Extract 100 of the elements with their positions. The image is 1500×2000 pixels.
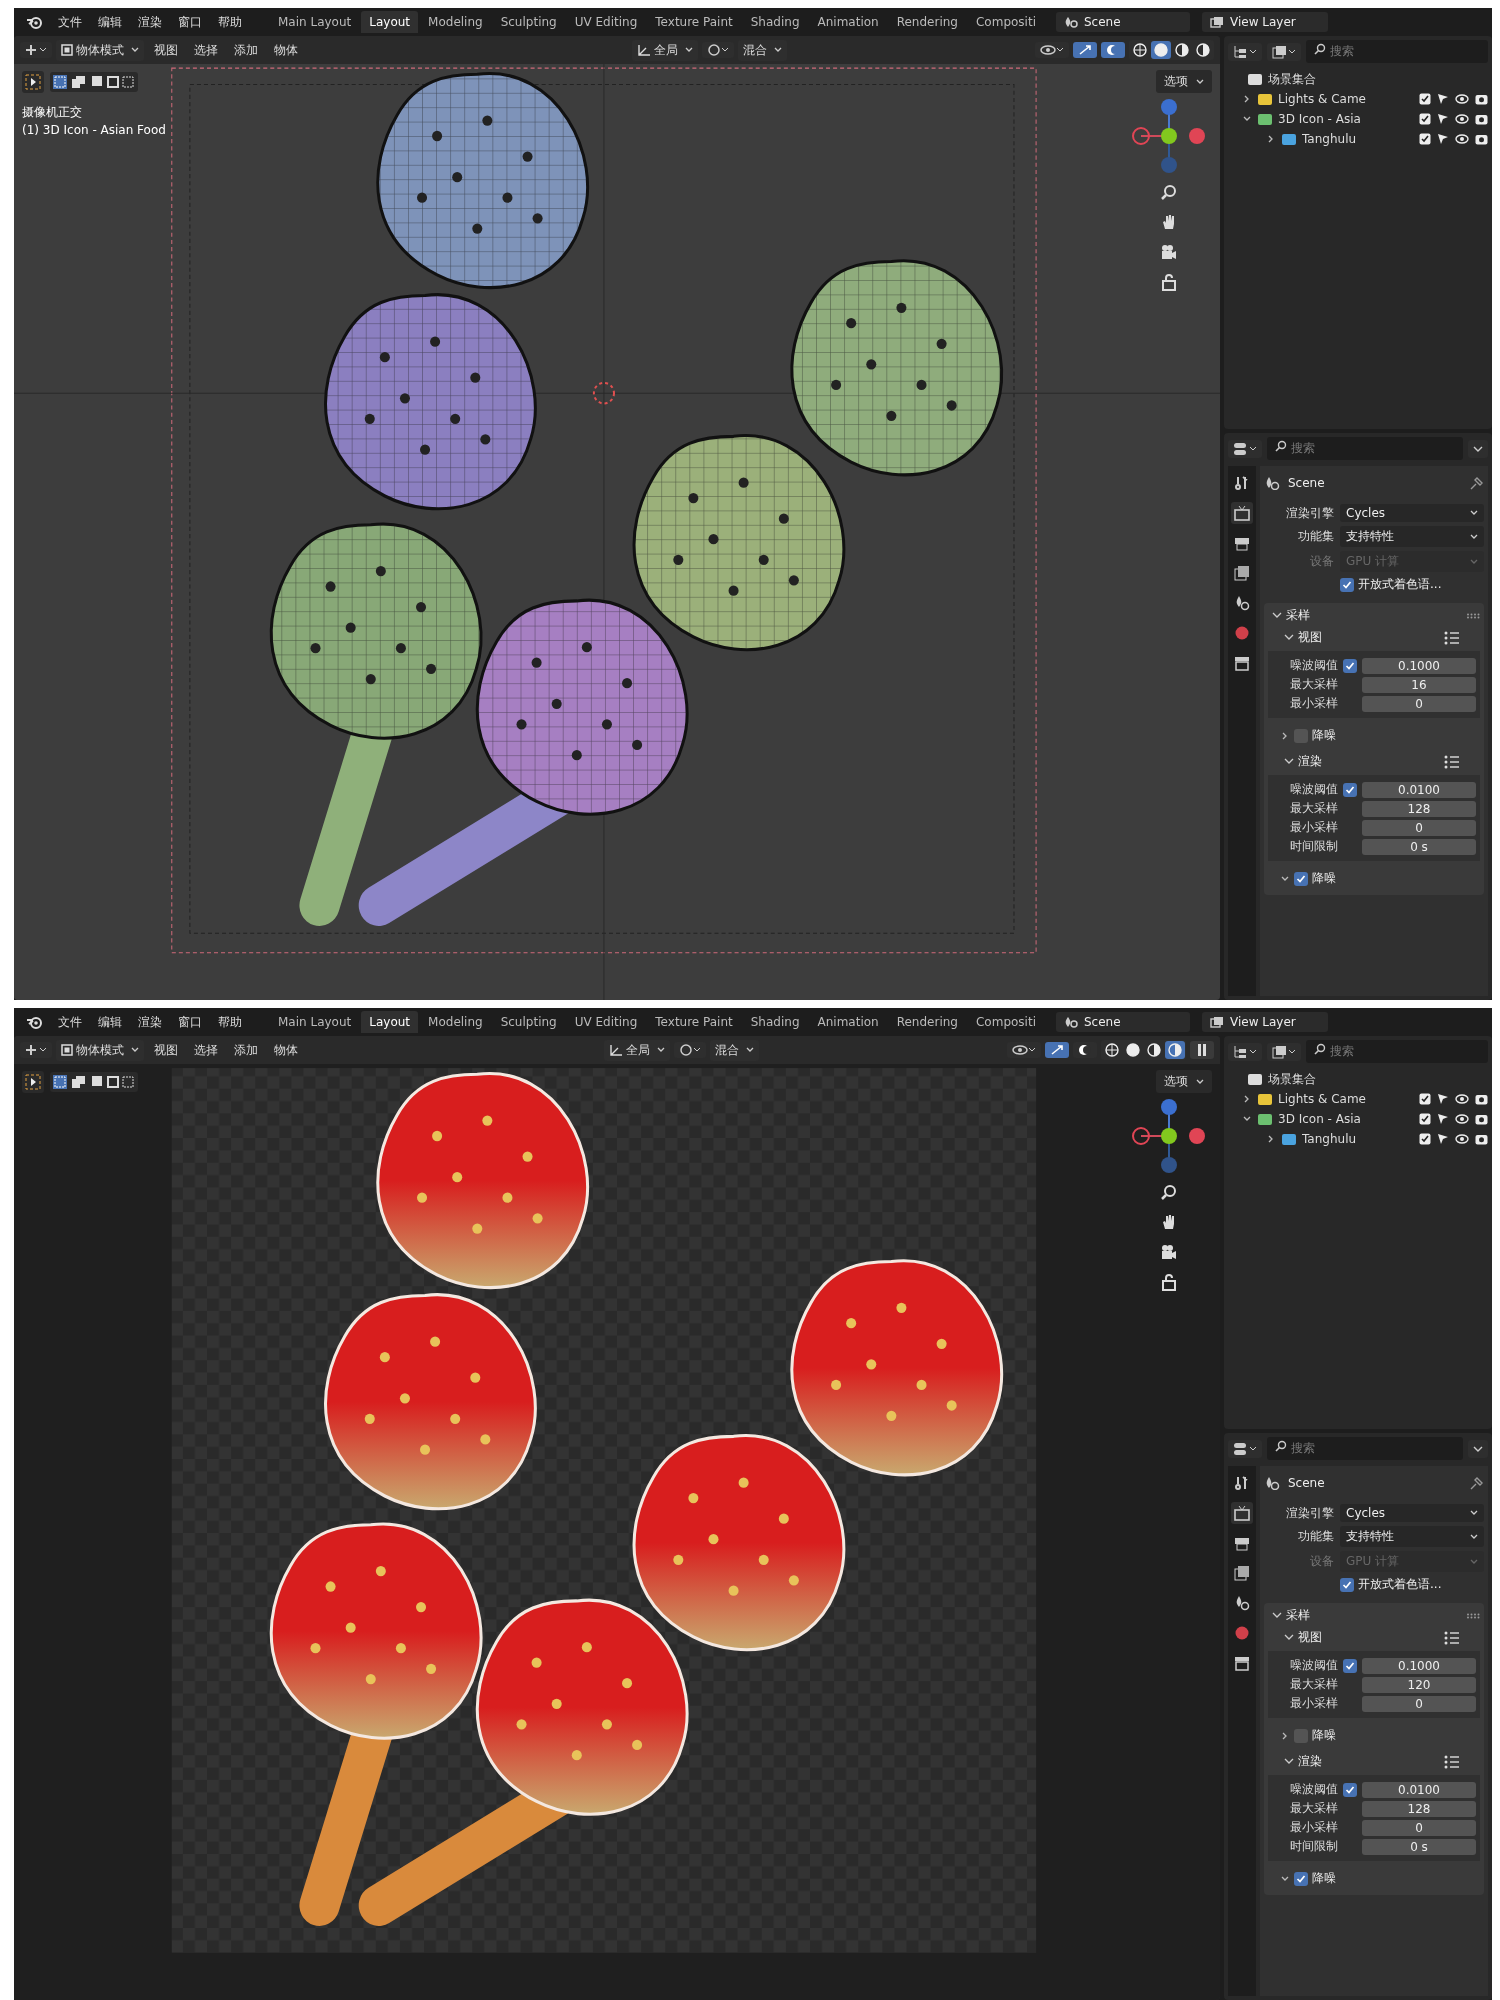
- eye-icon[interactable]: [1455, 1134, 1469, 1144]
- menu-item[interactable]: 编辑: [92, 1010, 128, 1034]
- visibility-dropdown[interactable]: [1035, 42, 1069, 58]
- panel-header[interactable]: 采样: [1268, 607, 1310, 624]
- number-field[interactable]: 0: [1362, 819, 1476, 836]
- number-field[interactable]: 0.0100: [1362, 781, 1476, 798]
- options-dropdown[interactable]: 选项: [1156, 70, 1212, 93]
- number-field[interactable]: 0: [1362, 695, 1476, 712]
- select-tool-icon[interactable]: [22, 70, 44, 93]
- checkbox[interactable]: [1294, 1728, 1308, 1743]
- outliner-item[interactable]: 场景集合: [1268, 70, 1364, 88]
- workspace-tab[interactable]: UV Editing: [566, 1011, 646, 1033]
- menu-item[interactable]: 选择: [188, 38, 224, 62]
- menu-item[interactable]: 渲染: [132, 10, 168, 34]
- display-mode-dropdown[interactable]: [1228, 1042, 1262, 1061]
- view-layer-selector[interactable]: View Layer: [1201, 1012, 1328, 1032]
- workspace-tab[interactable]: Texture Paint: [647, 1011, 741, 1033]
- select-tool-icon[interactable]: [22, 1070, 44, 1093]
- cursor-icon[interactable]: [1437, 1113, 1449, 1125]
- axis-gizmo[interactable]: [1131, 98, 1207, 174]
- number-field[interactable]: 120: [1362, 1676, 1476, 1693]
- menu-item[interactable]: 视图: [148, 38, 184, 62]
- gizmo-toggle[interactable]: [1073, 42, 1097, 58]
- shading-mode-button[interactable]: [1151, 41, 1171, 59]
- checkbox[interactable]: [1343, 1658, 1357, 1673]
- drag-handle-icon[interactable]: [1466, 612, 1480, 619]
- shading-mode-button[interactable]: [1123, 1041, 1143, 1059]
- viewport[interactable]: 选项: [14, 1064, 1220, 2000]
- shading-mode-button[interactable]: [1144, 1041, 1164, 1059]
- number-field[interactable]: 0.1000: [1362, 1657, 1476, 1674]
- number-field[interactable]: 0.1000: [1362, 657, 1476, 674]
- options-dropdown[interactable]: [1468, 1439, 1488, 1458]
- menu-item[interactable]: 窗口: [172, 10, 208, 34]
- subpanel-header[interactable]: 渲染: [1280, 753, 1322, 770]
- eye-icon[interactable]: [1455, 94, 1469, 104]
- checkbox[interactable]: [1343, 1782, 1357, 1797]
- workspace-tab[interactable]: Compositi: [967, 11, 1044, 33]
- camera-icon[interactable]: [1475, 1133, 1488, 1145]
- outliner-item[interactable]: 3D Icon - Asia: [1278, 1112, 1374, 1126]
- editor-type-button[interactable]: [1228, 1439, 1262, 1458]
- cursor-icon[interactable]: [1437, 133, 1449, 145]
- filter-dropdown[interactable]: [1267, 1042, 1301, 1061]
- menu-item[interactable]: 物体: [268, 1038, 304, 1062]
- editor-type-button[interactable]: [1228, 439, 1262, 458]
- subpanel-header[interactable]: 视图: [1280, 1629, 1322, 1646]
- camera-icon[interactable]: [1475, 113, 1488, 125]
- shading-mode-button[interactable]: [1130, 41, 1150, 59]
- outliner-item[interactable]: 3D Icon - Asia: [1278, 112, 1374, 126]
- search-field[interactable]: 搜索: [1306, 1040, 1488, 1063]
- eye-icon[interactable]: [1455, 1094, 1469, 1104]
- camera-icon[interactable]: [1475, 1093, 1488, 1105]
- checkbox-icon[interactable]: [1419, 133, 1431, 145]
- gizmo-toggle[interactable]: [1045, 1042, 1069, 1058]
- number-field[interactable]: 0.0100: [1362, 1781, 1476, 1798]
- visibility-dropdown[interactable]: [1007, 1042, 1041, 1058]
- checkbox[interactable]: [1343, 782, 1357, 797]
- scene-selector[interactable]: Scene: [1055, 1012, 1190, 1032]
- eye-icon[interactable]: [1455, 114, 1469, 124]
- number-field[interactable]: 128: [1362, 800, 1476, 817]
- menu-item[interactable]: 添加: [228, 38, 264, 62]
- render-tab-icon[interactable]: [1231, 1502, 1253, 1524]
- display-mode-dropdown[interactable]: [1228, 42, 1262, 61]
- workspace-tab[interactable]: Shading: [742, 1011, 808, 1033]
- workspace-tab[interactable]: Animation: [809, 1011, 887, 1033]
- workspace-tab[interactable]: Shading: [742, 11, 808, 33]
- workspace-tab[interactable]: Modeling: [420, 1011, 491, 1033]
- menu-item[interactable]: 编辑: [92, 10, 128, 34]
- number-field[interactable]: 0 s: [1362, 838, 1476, 855]
- checkbox[interactable]: [1294, 871, 1308, 886]
- camera-icon[interactable]: [1475, 1113, 1488, 1125]
- checkbox-icon[interactable]: [1419, 1113, 1431, 1125]
- menu-item[interactable]: 文件: [52, 10, 88, 34]
- eye-icon[interactable]: [1455, 134, 1469, 144]
- workspace-tab[interactable]: Main Layout: [270, 1011, 360, 1033]
- scene-selector[interactable]: Scene: [1055, 12, 1190, 32]
- pin-icon[interactable]: [1470, 476, 1484, 490]
- dropdown[interactable]: 支持特性: [1340, 526, 1484, 547]
- snap-dropdown[interactable]: 混合: [710, 1039, 759, 1061]
- workspace-tab[interactable]: Main Layout: [270, 11, 360, 33]
- checkbox[interactable]: [1343, 658, 1357, 673]
- number-field[interactable]: 0 s: [1362, 1838, 1476, 1855]
- menu-item[interactable]: 帮助: [212, 10, 248, 34]
- mode-dropdown[interactable]: 物体模式: [56, 1039, 144, 1061]
- selection-mode-buttons[interactable]: [50, 71, 138, 92]
- workspace-tab[interactable]: UV Editing: [566, 11, 646, 33]
- checkbox[interactable]: [1340, 577, 1354, 592]
- checkbox[interactable]: [1340, 1577, 1354, 1592]
- workspace-tab[interactable]: Texture Paint: [647, 11, 741, 33]
- pivot-dropdown[interactable]: [674, 1042, 706, 1058]
- number-field[interactable]: 0: [1362, 1695, 1476, 1712]
- pause-button[interactable]: [1190, 1041, 1214, 1059]
- overlay-toggle[interactable]: [1101, 42, 1125, 58]
- workspace-tab[interactable]: Sculpting: [492, 1011, 565, 1033]
- menu-item[interactable]: 选择: [188, 1038, 224, 1062]
- subpanel-header[interactable]: 视图: [1280, 629, 1322, 646]
- checkbox-icon[interactable]: [1419, 1133, 1431, 1145]
- workspace-tab[interactable]: Sculpting: [492, 11, 565, 33]
- menu-item[interactable]: 渲染: [132, 1010, 168, 1034]
- search-field[interactable]: 搜索: [1267, 437, 1463, 460]
- menu-item[interactable]: 文件: [52, 1010, 88, 1034]
